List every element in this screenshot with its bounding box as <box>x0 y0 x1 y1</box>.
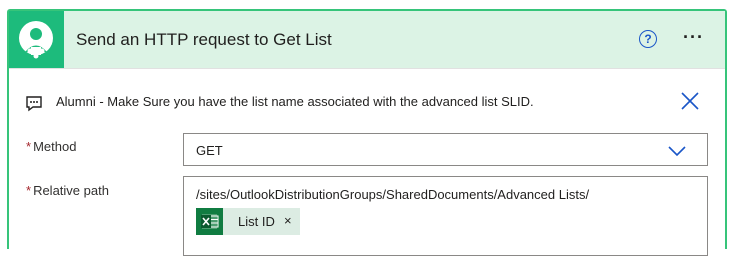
method-label-text: Method <box>33 139 77 154</box>
required-mark: * <box>26 183 32 198</box>
relative-path-input[interactable]: /sites/OutlookDistributionGroups/SharedD… <box>183 176 708 256</box>
action-title: Send an HTTP request to Get List <box>76 30 332 49</box>
token-label: List ID <box>238 214 275 229</box>
excel-icon <box>196 208 223 235</box>
ellipsis-icon[interactable]: ··· <box>683 27 704 47</box>
chevron-down-icon[interactable] <box>667 144 687 162</box>
required-mark: * <box>26 139 32 154</box>
notice-text: Alumni - Make Sure you have the list nam… <box>56 94 534 109</box>
method-dropdown[interactable]: GET <box>183 133 708 166</box>
comment-icon <box>25 96 43 117</box>
close-icon[interactable] <box>680 91 700 116</box>
relative-path-label-text: Relative path <box>33 183 109 198</box>
list-id-token[interactable]: List ID × <box>196 208 300 235</box>
method-label: * Method <box>26 139 76 154</box>
sharepoint-user-puzzle-icon <box>19 21 53 59</box>
relative-path-value: /sites/OutlookDistributionGroups/SharedD… <box>196 187 590 202</box>
relative-path-label: * Relative path <box>26 183 109 198</box>
method-value: GET <box>196 143 223 158</box>
action-card: Send an HTTP request to Get List ? ··· A… <box>7 9 727 256</box>
action-body: Alumni - Make Sure you have the list nam… <box>9 68 725 256</box>
remove-token-icon[interactable]: × <box>284 213 292 228</box>
action-header[interactable]: Send an HTTP request to Get List ? ··· <box>9 11 725 68</box>
app-icon-tile <box>9 11 64 68</box>
question-circle-icon[interactable]: ? <box>639 30 657 48</box>
